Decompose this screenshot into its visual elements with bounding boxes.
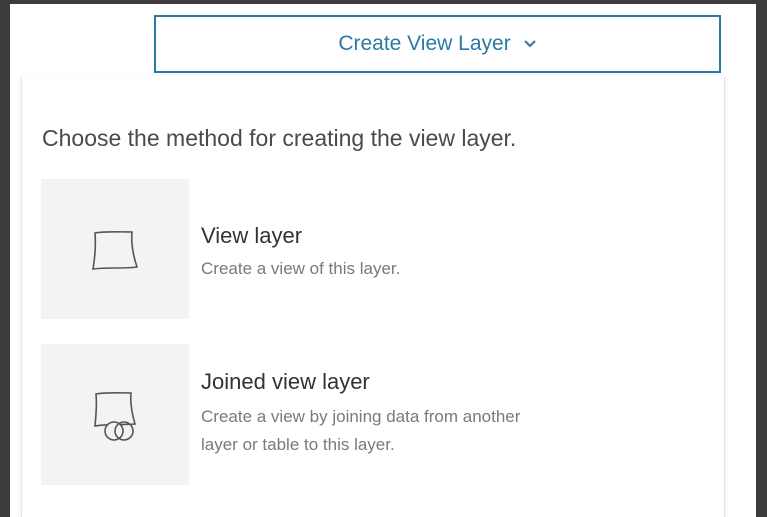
menu-prompt: Choose the method for creating the view …	[42, 125, 517, 151]
joined-layer-icon	[87, 388, 145, 449]
joined-view-layer-description-line: Create a view by joining data from anoth…	[201, 407, 521, 426]
joined-view-layer-thumbnail	[41, 344, 189, 485]
view-layer-thumbnail	[41, 179, 189, 319]
dropdown-label: Create View Layer	[338, 32, 511, 55]
view-layer-description: Create a view of this layer.	[201, 259, 401, 278]
joined-view-layer-description-line: layer or table to this layer.	[201, 435, 395, 454]
joined-view-layer-option[interactable]: Joined view layer Create a view by joini…	[41, 344, 701, 485]
view-layer-title: View layer	[201, 223, 303, 248]
chevron-down-icon	[523, 39, 537, 49]
joined-view-layer-title: Joined view layer	[201, 369, 370, 394]
view-layer-option[interactable]: View layer Create a view of this layer.	[41, 179, 701, 319]
create-view-layer-menu: Choose the method for creating the view …	[21, 76, 725, 517]
create-view-layer-dropdown-button[interactable]: Create View Layer	[154, 15, 721, 73]
joined-view-layer-description: Create a view by joining data from anoth…	[201, 403, 661, 459]
layer-outline-icon	[87, 227, 139, 278]
